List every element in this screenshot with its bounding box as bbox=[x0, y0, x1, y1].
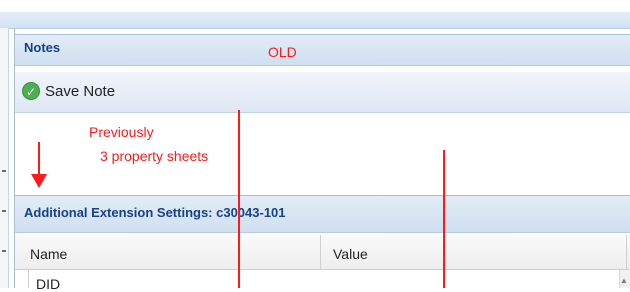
notes-panel-title: Notes bbox=[24, 40, 61, 55]
column-divider-right bbox=[626, 235, 627, 269]
row-name-cell: DID bbox=[36, 276, 61, 292]
row-cell-divider bbox=[28, 270, 29, 288]
check-circle-icon: ✓ bbox=[22, 82, 40, 100]
top-strip bbox=[0, 0, 630, 12]
annotation-previously: Previously bbox=[89, 124, 154, 140]
down-arrow-shaft bbox=[38, 142, 40, 176]
scroll-up-icon[interactable]: ▲ bbox=[620, 276, 628, 285]
annotation-property-sheets: 3 property sheets bbox=[100, 148, 209, 164]
old-annotation: OLD bbox=[268, 44, 297, 60]
extension-settings-title: Additional Extension Settings: c30043-10… bbox=[24, 205, 286, 220]
top-header-bar bbox=[0, 12, 630, 29]
red-divider-line bbox=[443, 150, 445, 288]
column-header-value[interactable]: Value bbox=[333, 246, 368, 262]
left-edge-ticks bbox=[2, 150, 6, 280]
red-divider-line bbox=[238, 110, 240, 288]
column-header-name[interactable]: Name bbox=[30, 246, 67, 262]
column-divider[interactable] bbox=[320, 235, 321, 269]
down-arrow-icon bbox=[31, 174, 47, 188]
save-note-button[interactable]: ✓ Save Note bbox=[22, 78, 115, 104]
notes-panel-header bbox=[15, 34, 630, 66]
table-row[interactable] bbox=[15, 270, 620, 288]
save-note-label: Save Note bbox=[45, 82, 116, 100]
grid-header-row bbox=[15, 235, 630, 270]
